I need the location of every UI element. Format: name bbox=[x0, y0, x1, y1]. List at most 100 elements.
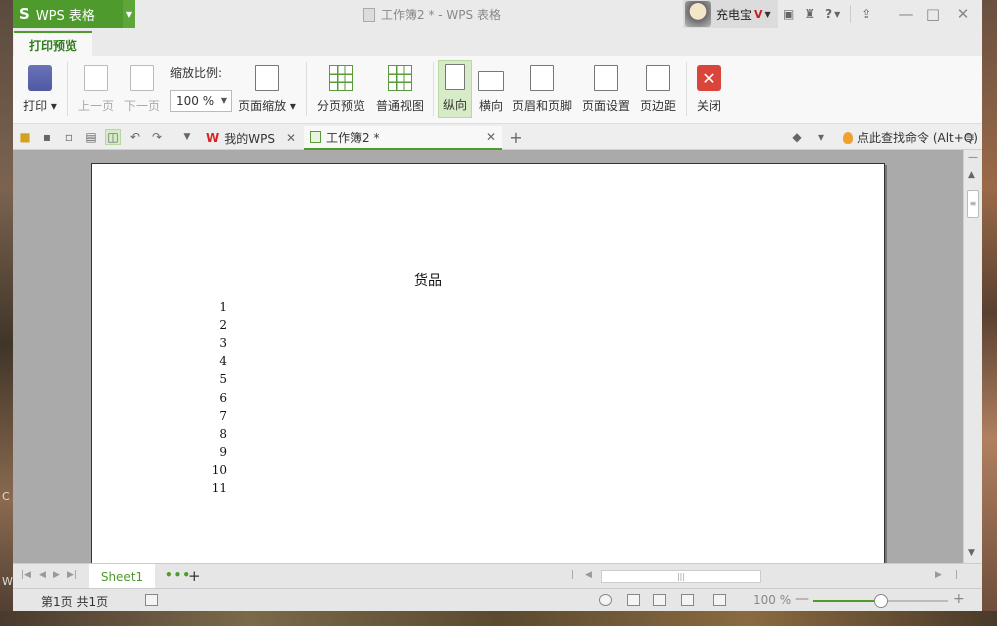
sync-icon[interactable]: ▾ bbox=[813, 129, 829, 145]
export-pdf-icon[interactable]: ▫ bbox=[61, 129, 77, 145]
prev-page-label: 上一页 bbox=[77, 99, 114, 113]
ribbon: 打印 ▾ 上一页 下一页 缩放比例: 100 % ▼ 页面缩放 ▾ 分页预览 普… bbox=[13, 56, 982, 124]
help-icon[interactable]: ? bbox=[825, 7, 832, 21]
page-break-preview-label: 分页预览 bbox=[316, 99, 365, 113]
doc-tab-label: 工作簿2 * bbox=[326, 130, 380, 145]
chevron-down-icon: ▼ bbox=[220, 96, 227, 105]
app-menu-dropdown-icon[interactable]: ▼ bbox=[123, 0, 135, 28]
row-number: 4 bbox=[219, 354, 227, 369]
zoom-value: 100 % bbox=[176, 94, 215, 108]
doc-tab-label: 我的WPS bbox=[224, 131, 275, 146]
lightbulb-icon bbox=[843, 131, 853, 144]
prev-page-button[interactable]: 上一页 bbox=[75, 60, 117, 118]
pin-icon[interactable]: ◆ bbox=[789, 129, 805, 145]
scroll-thumb[interactable]: ≡ bbox=[967, 190, 979, 218]
status-zoom: 100 % bbox=[753, 593, 792, 607]
doc-tab-workbook[interactable]: 工作簿2 * ✕ bbox=[304, 126, 502, 150]
page-break-preview-button[interactable]: 分页预览 bbox=[314, 60, 368, 118]
zoom-slider-fill bbox=[813, 600, 881, 602]
chevron-down-icon[interactable]: ▼ bbox=[179, 129, 195, 145]
app-menu-button[interactable]: S WPS 表格 bbox=[13, 0, 123, 28]
macro-icon[interactable] bbox=[145, 594, 158, 606]
scroll-left-icon[interactable]: ◀ bbox=[585, 570, 592, 580]
zoom-in-icon[interactable]: + bbox=[953, 591, 965, 607]
divider-handle[interactable]: | bbox=[571, 570, 574, 580]
row-number: 7 bbox=[219, 408, 227, 423]
margins-label: 页边距 bbox=[639, 99, 676, 113]
shirt-icon[interactable]: ♜ bbox=[804, 7, 815, 21]
ribbon-divider bbox=[433, 62, 434, 116]
row-number: 1 bbox=[219, 300, 227, 314]
prev-sheet-icon[interactable]: ◀ bbox=[39, 570, 46, 580]
open-folder-icon[interactable]: ■ bbox=[17, 129, 33, 145]
scroll-right-icon[interactable]: ▶ bbox=[935, 570, 942, 580]
title-toolbar: ▣ ♜ ? ▼ ⇪ bbox=[783, 0, 871, 28]
portrait-button[interactable]: 纵向 bbox=[438, 60, 472, 118]
save-icon[interactable]: ▪ bbox=[39, 129, 55, 145]
menu-lines-icon[interactable]: ≡ bbox=[962, 129, 978, 145]
user-account[interactable]: 充电宝 V ▼ bbox=[683, 0, 778, 28]
doc-tab-my-wps[interactable]: W 我的WPS ✕ bbox=[200, 126, 302, 150]
portrait-page-icon bbox=[445, 64, 465, 90]
landscape-button[interactable]: 横向 bbox=[475, 60, 507, 118]
window-title: 工作簿2 * - WPS 表格 bbox=[363, 6, 501, 23]
close-tab-icon[interactable]: ✕ bbox=[486, 130, 496, 144]
zoom-out-icon[interactable]: — bbox=[795, 591, 809, 607]
page-break-grid-icon bbox=[329, 65, 353, 91]
horizontal-scroll-thumb[interactable]: ||| bbox=[601, 570, 761, 583]
zoom-slider[interactable] bbox=[813, 594, 948, 608]
skin-icon[interactable]: ▣ bbox=[783, 7, 794, 21]
scroll-up-icon[interactable]: ▲ bbox=[968, 170, 975, 180]
scroll-top-icon[interactable]: — bbox=[968, 152, 978, 163]
close-preview-button[interactable]: ✕ 关闭 bbox=[691, 60, 727, 118]
zoom-select[interactable]: 100 % ▼ bbox=[170, 90, 232, 112]
print-icon[interactable]: ▤ bbox=[83, 129, 99, 145]
close-label: 关闭 bbox=[696, 99, 721, 113]
tab-print-preview[interactable]: 打印预览 bbox=[14, 31, 92, 57]
chevron-down-icon[interactable]: ▼ bbox=[765, 10, 771, 19]
desktop-text-stub: W bbox=[2, 575, 13, 588]
last-sheet-icon[interactable]: ▶| bbox=[67, 570, 77, 580]
undo-icon[interactable]: ↶ bbox=[127, 129, 143, 145]
page-zoom-button[interactable]: 页面缩放 ▾ bbox=[236, 60, 298, 118]
minimize-icon[interactable]: — bbox=[891, 0, 921, 28]
next-page-button[interactable]: 下一页 bbox=[121, 60, 163, 118]
upload-icon[interactable]: ⇪ bbox=[861, 7, 871, 21]
ribbon-divider bbox=[67, 62, 68, 116]
next-sheet-icon[interactable]: ▶ bbox=[53, 570, 60, 580]
page-layout-icon[interactable] bbox=[681, 594, 694, 606]
reading-mode-icon[interactable] bbox=[713, 594, 726, 606]
wps-logo-icon: S bbox=[19, 5, 30, 23]
margins-button[interactable]: 页边距 bbox=[637, 60, 679, 118]
find-command-box[interactable]: 点此查找命令 (Alt+Q) bbox=[843, 129, 978, 146]
normal-view-button[interactable]: 普通视图 bbox=[373, 60, 427, 118]
close-tab-icon[interactable]: ✕ bbox=[286, 131, 296, 145]
row-number: 9 bbox=[219, 444, 227, 459]
document-icon bbox=[363, 7, 375, 22]
header-footer-label: 页眉和页脚 bbox=[511, 99, 572, 113]
page-setup-button[interactable]: 页面设置 bbox=[579, 60, 633, 118]
first-sheet-icon[interactable]: |◀ bbox=[21, 570, 31, 580]
header-footer-button[interactable]: 页眉和页脚 bbox=[510, 60, 574, 118]
print-label: 打印 bbox=[23, 99, 48, 113]
sheet-tab-bar: |◀ ◀ ▶ ▶| Sheet1 ••• + | ◀ ||| ▶ | bbox=[13, 563, 982, 589]
landscape-page-icon bbox=[478, 71, 504, 91]
help-dropdown-icon[interactable]: ▼ bbox=[834, 10, 840, 19]
print-button[interactable]: 打印 ▾ bbox=[19, 60, 61, 118]
add-tab-icon[interactable]: + bbox=[508, 128, 524, 147]
redo-icon[interactable]: ↷ bbox=[149, 129, 165, 145]
vertical-scrollbar[interactable]: — ▲ ≡ ▼ bbox=[963, 150, 982, 563]
scroll-down-icon[interactable]: ▼ bbox=[968, 548, 975, 558]
page-break-view-icon[interactable] bbox=[653, 594, 666, 606]
maximize-icon[interactable]: □ bbox=[918, 0, 948, 28]
close-icon[interactable]: ✕ bbox=[948, 0, 978, 28]
zoom-slider-knob[interactable] bbox=[873, 594, 888, 608]
avatar[interactable] bbox=[685, 1, 711, 27]
print-preview-area: 货品 1 2 3 4 5 6 7 8 9 10 11 bbox=[13, 150, 963, 563]
sheet-tab-sheet1[interactable]: Sheet1 bbox=[89, 564, 155, 589]
print-preview-icon[interactable]: ◫ bbox=[105, 129, 121, 145]
divider-handle[interactable]: | bbox=[955, 570, 958, 580]
history-icon[interactable] bbox=[599, 594, 612, 606]
normal-view-icon[interactable] bbox=[627, 594, 640, 606]
add-sheet-icon[interactable]: + bbox=[188, 567, 201, 585]
